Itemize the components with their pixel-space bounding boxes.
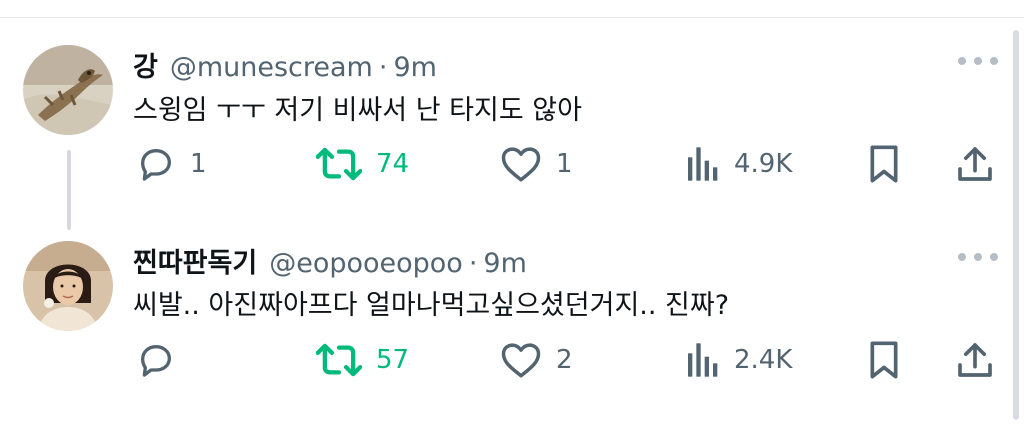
separator-dot: · [378, 52, 388, 83]
retweet-button[interactable]: 57 [316, 340, 409, 380]
more-options-icon[interactable] [958, 51, 998, 71]
display-name[interactable]: 찐따판독기 [133, 241, 257, 280]
top-divider [0, 17, 1024, 18]
reply-count: 1 [190, 149, 207, 179]
timestamp[interactable]: 9m [393, 52, 436, 83]
avatar-lizard-image [23, 45, 113, 135]
tweet-header: 강 @munescream · 9m [133, 45, 437, 84]
timestamp[interactable]: 9m [483, 248, 526, 279]
share-icon [958, 343, 992, 377]
bookmark-icon [870, 145, 898, 183]
handle[interactable]: @eopooeopoo [269, 248, 463, 279]
separator-dot: · [468, 248, 478, 279]
avatar-person-image [23, 241, 113, 331]
like-count: 2 [556, 345, 573, 375]
like-button[interactable]: 2 [500, 340, 573, 380]
reply-button[interactable]: 1 [136, 144, 207, 184]
display-name[interactable]: 강 [133, 45, 158, 84]
views-button[interactable]: 4.9K [686, 144, 792, 184]
analytics-bars-icon [688, 147, 718, 181]
heart-icon [501, 147, 541, 182]
retweet-icon [316, 343, 362, 377]
view-count: 2.4K [734, 345, 793, 375]
thread-connector-line [67, 150, 71, 230]
share-icon [958, 147, 992, 181]
like-count: 1 [556, 149, 573, 179]
share-button[interactable] [956, 144, 994, 184]
scrollbar[interactable] [1013, 30, 1019, 420]
like-button[interactable]: 1 [500, 144, 573, 184]
tweet-text: 씨발.. 아진짜아프다 얼마나먹고싶으셨던거지.. 진짜? [133, 290, 730, 321]
share-button[interactable] [956, 340, 994, 380]
avatar[interactable] [23, 45, 113, 135]
retweet-count: 74 [376, 149, 410, 179]
more-options-icon[interactable] [958, 247, 998, 267]
reply-icon [141, 149, 171, 181]
tweet-text: 스윙임 ㅜㅜ 저기 비싸서 난 타지도 않아 [133, 95, 582, 126]
tweet-header: 찐따판독기 @eopooeopoo · 9m [133, 241, 527, 280]
avatar[interactable] [23, 241, 113, 331]
analytics-bars-icon [688, 343, 718, 377]
reply-icon [141, 345, 171, 377]
retweet-count: 57 [376, 345, 410, 375]
heart-icon [501, 343, 541, 378]
bookmark-button[interactable] [866, 144, 902, 184]
view-count: 4.9K [734, 149, 793, 179]
retweet-icon [316, 147, 362, 181]
bookmark-button[interactable] [866, 340, 902, 380]
reply-button[interactable] [136, 340, 190, 380]
handle[interactable]: @munescream [170, 52, 373, 83]
retweet-button[interactable]: 74 [316, 144, 409, 184]
bookmark-icon [870, 341, 898, 379]
views-button[interactable]: 2.4K [686, 340, 792, 380]
